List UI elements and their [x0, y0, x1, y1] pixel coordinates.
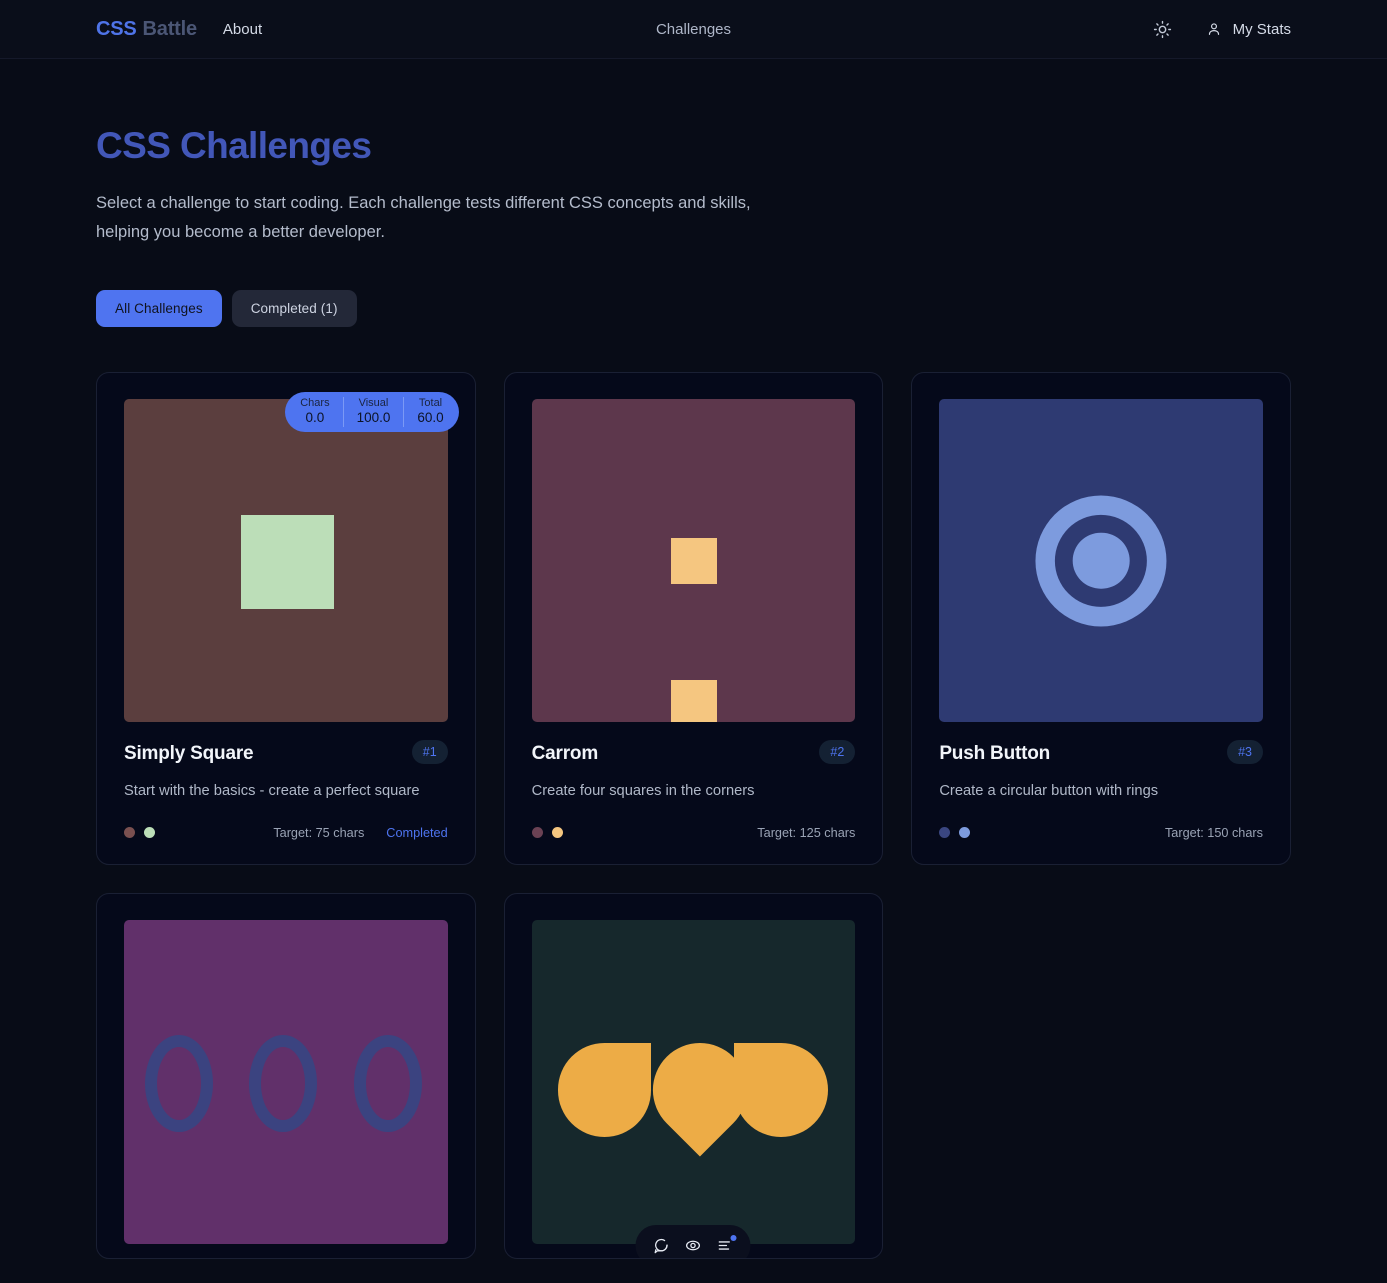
- color-swatches: [531, 827, 563, 839]
- card-body: Simply Square #1 Start with the basics -…: [97, 736, 475, 864]
- card-rank-badge: #2: [819, 740, 856, 765]
- card-rank-badge: #3: [1227, 740, 1263, 765]
- challenge-card[interactable]: [96, 892, 476, 1259]
- status-badge: Completed: [386, 825, 448, 840]
- filter-all-challenges[interactable]: All Challenges: [96, 289, 222, 327]
- color-swatches: [124, 827, 155, 839]
- art-drop-left: [557, 1042, 652, 1137]
- challenge-card[interactable]: [503, 892, 884, 1259]
- art-green-square: [240, 515, 335, 610]
- header-actions: My Stats: [1150, 16, 1291, 42]
- thumbnail-art: [124, 920, 448, 1244]
- eye-icon[interactable]: [685, 1237, 702, 1254]
- app-header: CSS Battle About Challenges My Stats: [0, 0, 1387, 59]
- challenge-card[interactable]: Chars 0.0 Visual 100.0 Total 60.0 Simply…: [96, 371, 476, 865]
- art-drop-right: [733, 1042, 828, 1137]
- thumbnail-art: [939, 399, 1263, 723]
- art-oval-left: [145, 1034, 213, 1132]
- thumbnail-wrapper: Chars 0.0 Visual 100.0 Total 60.0: [97, 373, 475, 737]
- card-footer: Target: 150 chars: [939, 826, 1263, 840]
- my-stats-button[interactable]: My Stats: [1206, 21, 1291, 38]
- art-tan-square-top: [670, 537, 718, 585]
- color-swatch: [144, 827, 155, 839]
- card-description: Create four squares in the corners: [531, 783, 755, 800]
- target-chars: Target: 150 chars: [1164, 825, 1263, 840]
- card-header: Carrom #2: [532, 740, 856, 765]
- color-swatch: [551, 827, 563, 839]
- target-chars: Target: 125 chars: [757, 825, 856, 840]
- notification-dot: [730, 1234, 737, 1241]
- card-body: Push Button #3 Create a circular button …: [912, 736, 1290, 864]
- challenge-thumbnail: [531, 398, 856, 723]
- card-title: Carrom: [531, 743, 599, 765]
- challenge-thumbnail: [124, 919, 448, 1244]
- card-footer-right: Target: 125 chars: [757, 826, 855, 840]
- my-stats-label: My Stats: [1232, 20, 1291, 38]
- thumbnail-art: [532, 399, 856, 723]
- user-icon: [1206, 21, 1222, 37]
- page-title: CSS Challenges: [96, 125, 372, 166]
- card-title: Simply Square: [124, 743, 254, 765]
- card-footer: Target: 75 chars Completed: [124, 826, 448, 840]
- score-label: Total: [418, 396, 443, 409]
- filter-completed[interactable]: Completed (1): [231, 289, 357, 327]
- challenge-thumbnail: [531, 919, 856, 1244]
- card-rank-badge: #1: [411, 740, 448, 765]
- challenge-card[interactable]: Push Button #3 Create a circular button …: [911, 371, 1291, 865]
- challenge-thumbnail: [124, 398, 448, 723]
- brand-primary: CSS: [96, 17, 137, 40]
- color-swatch: [531, 827, 543, 839]
- thumbnail-art: [124, 399, 448, 723]
- art-ring-dot: [1072, 532, 1130, 589]
- brand-logo[interactable]: CSS Battle: [96, 18, 197, 41]
- nav-item-about[interactable]: About: [223, 21, 262, 38]
- score-segment-total: Total 60.0: [404, 397, 456, 428]
- challenge-grid: Chars 0.0 Visual 100.0 Total 60.0 Simply…: [96, 371, 1291, 1259]
- card-header: Push Button #3: [939, 740, 1263, 765]
- thumbnail-art: [532, 920, 856, 1244]
- brand-secondary: Battle: [142, 17, 198, 40]
- thumbnail-wrapper: [912, 373, 1290, 737]
- sun-icon[interactable]: [1150, 16, 1176, 42]
- card-footer-right: Target: 150 chars: [1165, 826, 1263, 840]
- score-badge: Chars 0.0 Visual 100.0 Total 60.0: [285, 391, 459, 433]
- score-value: 100.0: [356, 410, 391, 426]
- filter-tabs: All Challenges Completed (1): [96, 289, 1291, 327]
- score-label: Visual: [358, 396, 389, 409]
- score-value: 0.0: [305, 410, 325, 426]
- thumbnail-wrapper: [505, 373, 883, 737]
- color-swatches: [939, 827, 971, 839]
- challenge-thumbnail: [939, 398, 1263, 723]
- art-oval-center: [248, 1034, 317, 1132]
- thumbnail-wrapper: [505, 894, 883, 1258]
- card-description: Start with the basics - create a perfect…: [124, 783, 420, 800]
- score-segment-chars: Chars 0.0: [287, 396, 344, 428]
- card-title: Push Button: [939, 743, 1051, 765]
- card-description: Create a circular button with rings: [939, 783, 1159, 800]
- art-oval-right: [353, 1034, 422, 1132]
- chat-icon[interactable]: [653, 1237, 670, 1254]
- card-footer-right: Target: 75 chars Completed: [273, 826, 447, 840]
- thumbnail-wrapper: [97, 894, 475, 1258]
- score-label: Chars: [300, 396, 330, 409]
- color-swatch: [939, 827, 951, 839]
- main-content: CSS Challenges Select a challenge to sta…: [0, 125, 1387, 1259]
- card-header: Simply Square #1: [124, 740, 448, 765]
- card-footer: Target: 125 chars: [531, 826, 855, 840]
- challenge-card[interactable]: Carrom #2 Create four squares in the cor…: [503, 371, 884, 865]
- score-value: 60.0: [417, 410, 444, 426]
- score-segment-visual: Visual 100.0: [344, 396, 405, 428]
- art-tan-square-bottom: [670, 680, 718, 723]
- nav-item-challenges[interactable]: Challenges: [656, 21, 731, 38]
- color-swatch: [124, 827, 135, 839]
- color-swatch: [959, 827, 971, 839]
- floating-toolbar: [635, 1224, 751, 1258]
- list-icon[interactable]: [717, 1234, 737, 1254]
- target-chars: Target: 75 chars: [273, 825, 365, 840]
- card-body: Carrom #2 Create four squares in the cor…: [505, 736, 883, 864]
- page-subtitle: Select a challenge to start coding. Each…: [96, 194, 751, 242]
